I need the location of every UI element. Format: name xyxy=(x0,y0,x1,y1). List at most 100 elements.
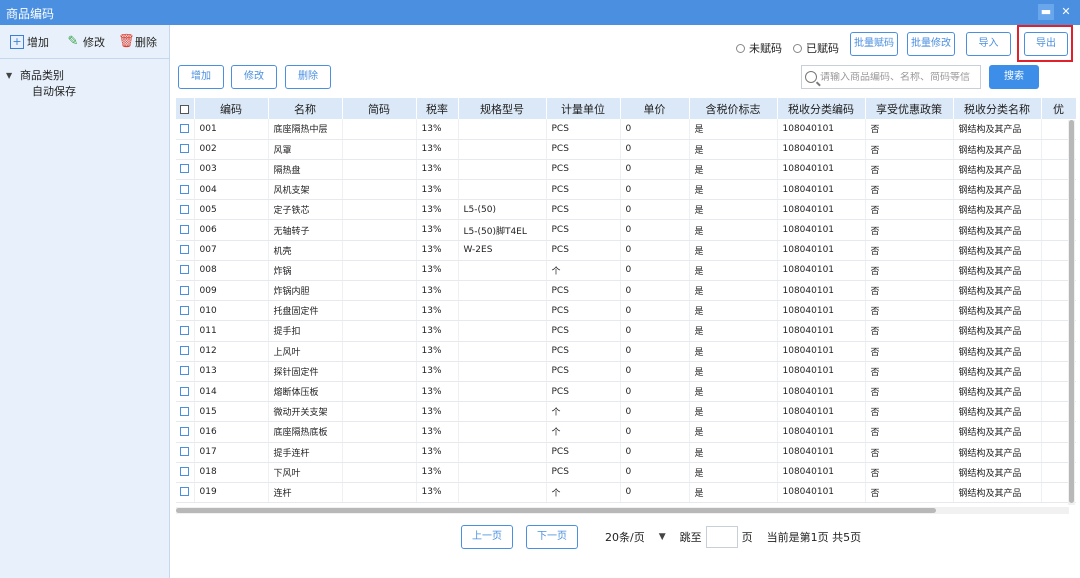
table-row[interactable]: 018 下风叶 13% PCS 0 是 108040101 否钢结构及其产品 xyxy=(176,462,1076,483)
table-row[interactable]: 006 无轴转子 13% L5-(50)脚T4EL PCS 0 是 108040101 否钢结构… xyxy=(176,219,1076,241)
row-checkbox[interactable] xyxy=(176,482,195,504)
table-cell: 否 xyxy=(865,260,954,282)
add-button[interactable]: 增加 xyxy=(178,65,224,89)
batch-edit-button[interactable]: 批量修改 xyxy=(907,32,955,56)
row-checkbox[interactable] xyxy=(176,401,195,423)
sidebar-delete-button[interactable]: 🗑 删除 xyxy=(118,34,157,50)
table-cell: 否 xyxy=(865,139,954,160)
search-input[interactable] xyxy=(820,71,970,83)
table-row[interactable]: 010 托盘固定件 13% PCS 0 是 108040101 否钢结构及其产品 xyxy=(176,300,1076,322)
column-header[interactable]: 单价 xyxy=(620,98,690,119)
column-header[interactable]: 名称 xyxy=(268,98,343,119)
table-cell: PCS xyxy=(546,462,621,483)
row-checkbox[interactable] xyxy=(176,199,195,221)
table-cell: 108040101 xyxy=(777,119,866,140)
table-cell: 13% xyxy=(416,260,459,282)
page-size-select[interactable]: 20条/页 xyxy=(605,529,645,545)
column-header[interactable]: 税收分类名称 xyxy=(953,98,1042,119)
row-checkbox[interactable] xyxy=(176,260,195,282)
table-row[interactable]: 003 隔热盘 13% PCS 0 是 108040101 否钢结构及其产品 xyxy=(176,159,1076,181)
chevron-down-icon[interactable]: ▼ xyxy=(659,532,666,542)
tree-item-auto-save[interactable]: 自动保存 xyxy=(32,83,76,101)
table-row[interactable]: 012 上风叶 13% PCS 0 是 108040101 否钢结构及其产品 xyxy=(176,341,1076,362)
column-header[interactable]: 税率 xyxy=(416,98,459,119)
vertical-scroll-thumb[interactable] xyxy=(1069,120,1074,503)
table-row[interactable]: 011 提手扣 13% PCS 0 是 108040101 否钢结构及其产品 xyxy=(176,320,1076,342)
table-row[interactable]: 005 定子铁芯 13% L5-(50) PCS 0 是 108040101 否钢结构及其产品 xyxy=(176,199,1076,221)
table-row[interactable]: 013 探针固定件 13% PCS 0 是 108040101 否钢结构及其产品 xyxy=(176,361,1076,382)
table-row[interactable]: 014 熔断体压板 13% PCS 0 是 108040101 否钢结构及其产品 xyxy=(176,381,1076,403)
table-row[interactable]: 002 风罩 13% PCS 0 是 108040101 否钢结构及其产品 xyxy=(176,139,1076,160)
table-cell: 108040101 xyxy=(777,240,866,261)
tree-root[interactable]: ▼ 商品类别 xyxy=(6,67,76,83)
column-header[interactable]: 税收分类编码 xyxy=(777,98,866,119)
column-header[interactable]: 规格型号 xyxy=(458,98,547,119)
row-checkbox[interactable] xyxy=(176,280,195,302)
row-checkbox[interactable] xyxy=(176,381,195,403)
jump-page-input[interactable] xyxy=(705,526,738,548)
row-checkbox[interactable] xyxy=(176,341,195,362)
caret-down-icon[interactable]: ▼ xyxy=(6,71,14,80)
table-cell xyxy=(458,320,547,342)
row-checkbox[interactable] xyxy=(176,442,195,463)
sidebar-edit-button[interactable]: ✎ 修改 xyxy=(66,34,105,50)
search-button[interactable]: 搜索 xyxy=(989,65,1039,89)
row-checkbox[interactable] xyxy=(176,421,195,443)
batch-code-button[interactable]: 批量赋码 xyxy=(850,32,898,56)
row-checkbox[interactable] xyxy=(176,240,195,261)
table-row[interactable]: 019 连杆 13% 个 0 是 108040101 否钢结构及其产品 xyxy=(176,482,1076,504)
row-checkbox[interactable] xyxy=(176,159,195,181)
table-row[interactable]: 016 底座隔热底板 13% 个 0 是 108040101 否钢结构及其产品 xyxy=(176,421,1076,443)
column-header[interactable]: 优 xyxy=(1041,98,1076,119)
table-row[interactable]: 008 炸锅 13% 个 0 是 108040101 否钢结构及其产品 xyxy=(176,260,1076,282)
table-cell xyxy=(458,421,547,443)
goods-table: 编码 名称 简码 税率 规格型号 计量单位 单价 含税价标志 税收分类编码 享受… xyxy=(176,98,1076,511)
row-checkbox[interactable] xyxy=(176,179,195,201)
column-header[interactable]: 简码 xyxy=(342,98,417,119)
import-button[interactable]: 导入 xyxy=(966,32,1011,56)
radio-coded[interactable]: 已赋码 xyxy=(793,40,839,56)
row-checkbox[interactable] xyxy=(176,320,195,342)
edit-icon: ✎ xyxy=(67,34,79,49)
delete-button[interactable]: 删除 xyxy=(285,65,331,89)
table-cell: 001 xyxy=(194,119,269,140)
row-checkbox[interactable] xyxy=(176,139,195,160)
table-cell: 钢结构及其产品 xyxy=(953,139,1042,160)
column-header[interactable]: 计量单位 xyxy=(546,98,621,119)
table-cell: 探针固定件 xyxy=(268,361,343,382)
row-checkbox[interactable] xyxy=(176,219,195,241)
horizontal-scroll-thumb[interactable] xyxy=(176,508,936,513)
table-header-row: 编码 名称 简码 税率 规格型号 计量单位 单价 含税价标志 税收分类编码 享受… xyxy=(176,98,1076,119)
select-all-checkbox[interactable] xyxy=(176,98,195,119)
table-cell: 底座隔热中层 xyxy=(268,119,343,140)
vertical-scrollbar[interactable] xyxy=(1068,120,1075,505)
page-unit-label: 页 xyxy=(741,531,753,544)
close-button[interactable]: ✕ xyxy=(1058,4,1074,20)
table-row[interactable]: 017 提手连杆 13% PCS 0 是 108040101 否钢结构及其产品 xyxy=(176,442,1076,463)
minimize-button[interactable]: ▬ xyxy=(1038,4,1054,20)
row-checkbox[interactable] xyxy=(176,119,195,140)
row-checkbox[interactable] xyxy=(176,462,195,483)
table-cell: PCS xyxy=(546,300,621,322)
column-header[interactable]: 享受优惠政策 xyxy=(865,98,954,119)
sidebar-add-button[interactable]: + 增加 xyxy=(10,34,49,50)
row-checkbox[interactable] xyxy=(176,300,195,322)
table-row[interactable]: 007 机壳 13% W-2ES PCS 0 是 108040101 否钢结构及其产品 xyxy=(176,240,1076,261)
horizontal-scrollbar[interactable] xyxy=(176,507,1069,514)
table-cell xyxy=(458,260,547,282)
column-header[interactable]: 编码 xyxy=(194,98,269,119)
radio-uncoded[interactable]: 未赋码 xyxy=(736,40,782,56)
table-cell xyxy=(342,320,417,342)
edit-button[interactable]: 修改 xyxy=(231,65,277,89)
column-header[interactable]: 含税价标志 xyxy=(689,98,778,119)
table-row[interactable]: 015 微动开关支架 13% 个 0 是 108040101 否钢结构及其产品 xyxy=(176,401,1076,423)
next-page-button[interactable]: 下一页 xyxy=(526,525,578,549)
prev-page-button[interactable]: 上一页 xyxy=(461,525,513,549)
row-checkbox[interactable] xyxy=(176,361,195,382)
table-row[interactable]: 001 底座隔热中层 13% PCS 0 是 108040101 否钢结构及其产品 xyxy=(176,119,1076,140)
table-row[interactable]: 009 炸锅内胆 13% PCS 0 是 108040101 否钢结构及其产品 xyxy=(176,280,1076,302)
table-cell: 钢结构及其产品 xyxy=(953,260,1042,282)
table-row[interactable]: 004 风机支架 13% PCS 0 是 108040101 否钢结构及其产品 xyxy=(176,179,1076,201)
table-cell: 0 xyxy=(620,280,690,302)
table-cell: 钢结构及其产品 xyxy=(953,381,1042,403)
